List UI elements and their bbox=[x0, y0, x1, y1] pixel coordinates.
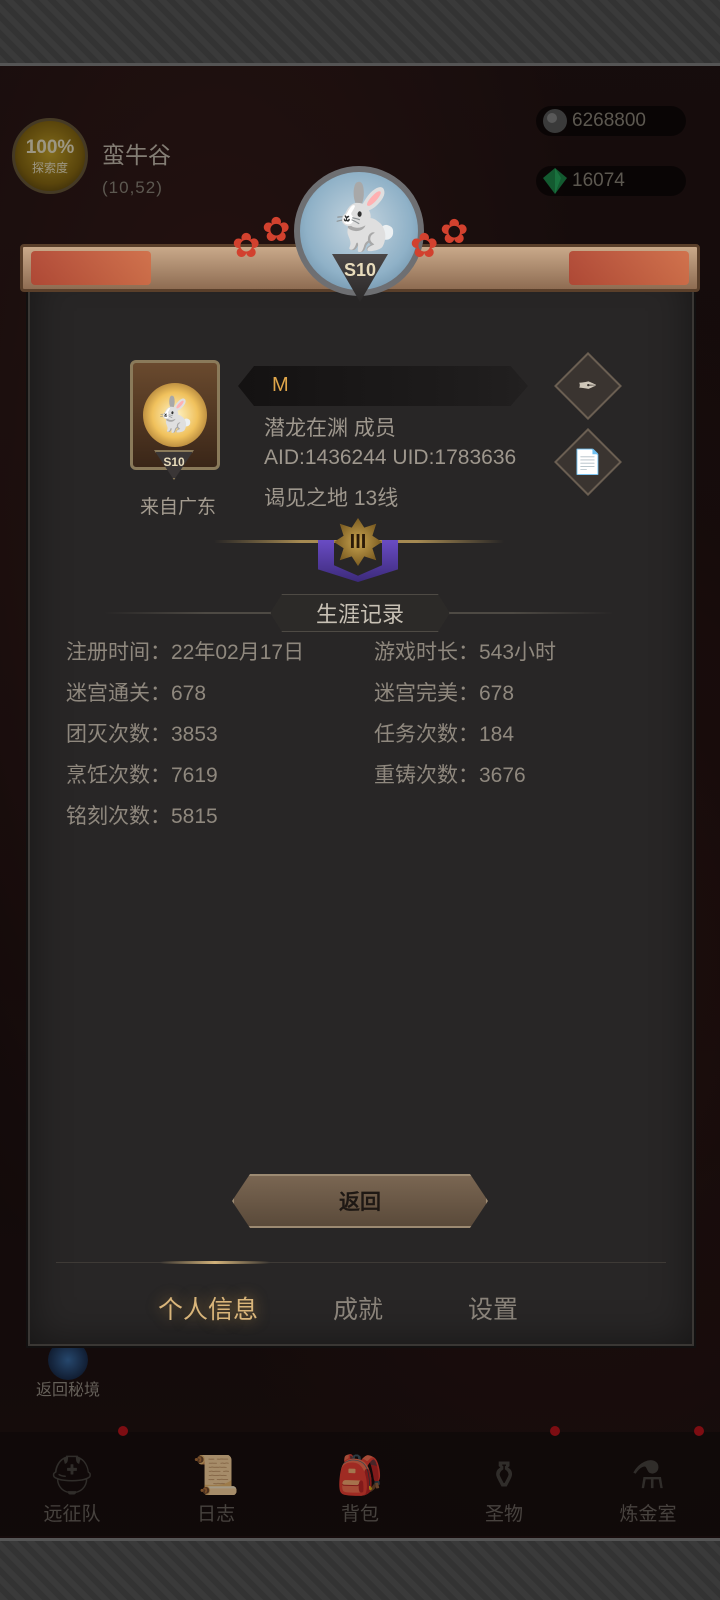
stat-register-time: 注册时间：22年02月17日 bbox=[66, 641, 305, 664]
back-button[interactable]: 返回 bbox=[232, 1174, 488, 1228]
player-ids: AID:1436244 UID:1783636 bbox=[264, 446, 517, 469]
tab-profile[interactable]: 个人信息 bbox=[158, 1290, 258, 1326]
flower-icon: ✿ bbox=[410, 227, 439, 265]
flower-icon: ✿ bbox=[232, 227, 261, 265]
stat-cooking: 烹饪次数：7619 bbox=[66, 764, 218, 787]
top-frame bbox=[0, 0, 720, 66]
rank-numeral: III bbox=[349, 530, 367, 553]
section-title: 生涯记录 bbox=[315, 602, 404, 627]
origin-label: 来自广东 bbox=[139, 497, 216, 518]
bottom-frame bbox=[0, 1538, 720, 1600]
tab-settings[interactable]: 设置 bbox=[468, 1290, 518, 1326]
guild-role: 潜龙在渊 成员 bbox=[264, 417, 396, 440]
section-title-box: 生涯记录 bbox=[270, 594, 450, 632]
stat-maze-clear: 迷宫通关：678 bbox=[66, 682, 207, 705]
stat-engrave: 铭刻次数：5815 bbox=[66, 805, 218, 828]
quill-icon: ✒ bbox=[577, 372, 599, 400]
document-icon: 📄 bbox=[573, 448, 603, 476]
flower-icon: ✿ bbox=[440, 213, 469, 251]
flower-icon: ✿ bbox=[262, 211, 291, 249]
tab-active-indicator bbox=[160, 1261, 270, 1264]
stat-maze-perfect: 迷宫完美：678 bbox=[374, 682, 515, 705]
stat-team-wipe: 团灭次数：3853 bbox=[66, 723, 218, 746]
tab-achievements[interactable]: 成就 bbox=[333, 1290, 383, 1326]
rabbit-icon: 🐇 bbox=[324, 181, 404, 253]
stat-play-time: 游戏时长：543小时 bbox=[374, 641, 557, 664]
stat-quests: 任务次数：184 bbox=[374, 723, 515, 746]
rank-badge: III bbox=[334, 518, 382, 566]
lantern-rabbit-icon: 🐇 bbox=[143, 383, 207, 447]
server-line: 谒见之地 13线 bbox=[264, 487, 399, 510]
tabs-divider bbox=[56, 1262, 666, 1263]
stat-reforge: 重铸次数：3676 bbox=[374, 764, 526, 787]
season-badge-text: S10 bbox=[343, 260, 377, 280]
player-name: M bbox=[272, 374, 289, 396]
